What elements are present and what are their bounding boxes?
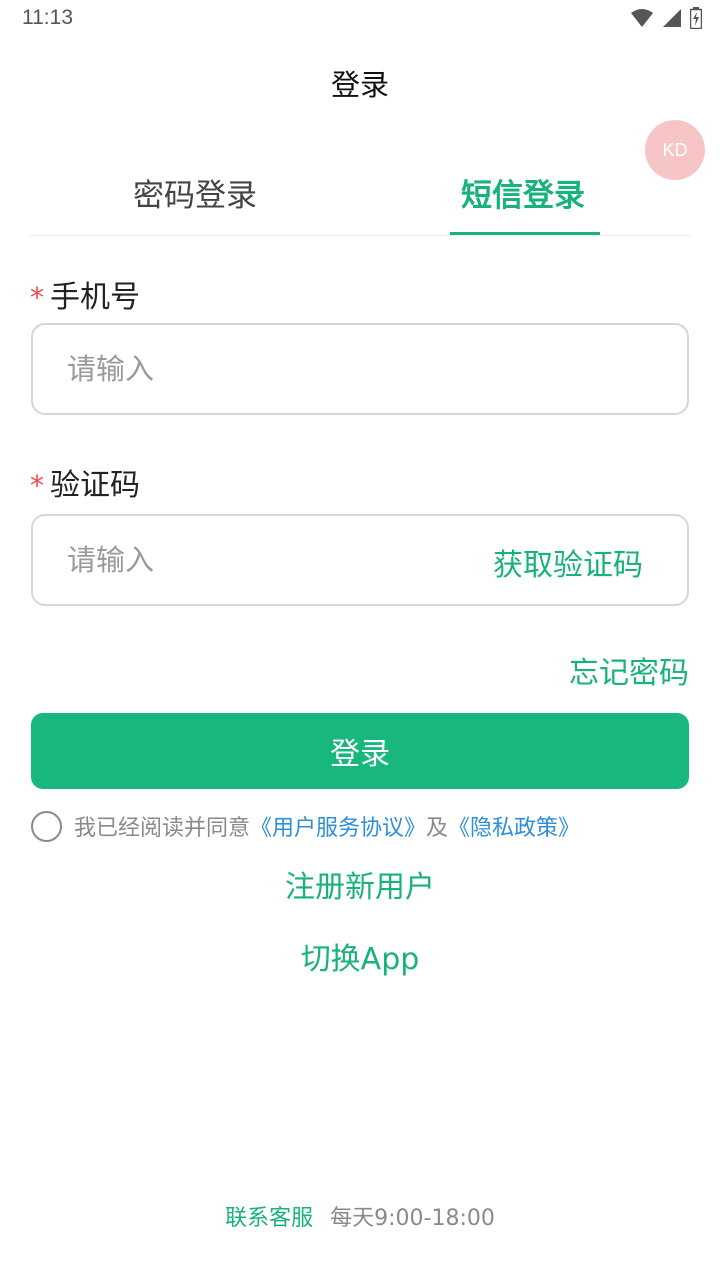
terms-link[interactable]: 《用户服务协议》	[250, 810, 426, 842]
status-icons	[630, 7, 702, 29]
login-button[interactable]: 登录	[31, 713, 689, 789]
forgot-password-link[interactable]: 忘记密码	[569, 648, 689, 692]
tab-password-login[interactable]: 密码登录	[95, 170, 295, 215]
support-hours: 每天9:00-18:00	[330, 1206, 495, 1231]
phone-input[interactable]	[67, 325, 487, 413]
switch-app-link[interactable]: 切换App	[301, 942, 420, 977]
required-mark: *	[30, 281, 44, 314]
contact-support-link[interactable]: 联系客服	[225, 1206, 313, 1231]
code-input-box: 获取验证码	[31, 514, 689, 606]
active-tab-indicator	[450, 232, 600, 235]
phone-input-box	[31, 323, 689, 415]
code-label-text: 验证码	[50, 468, 140, 503]
status-time: 11:13	[22, 6, 73, 29]
signal-icon	[663, 9, 681, 27]
page-title: 登录	[330, 68, 389, 102]
login-tabs: 密码登录 短信登录	[30, 160, 690, 236]
agreement-row: 我已经阅读并同意 《用户服务协议》 及 《隐私政策》	[31, 810, 580, 842]
phone-label: * 手机号	[30, 272, 140, 316]
register-link: 注册新用户	[0, 862, 720, 906]
privacy-link[interactable]: 《隐私政策》	[448, 810, 580, 842]
code-label: * 验证码	[30, 460, 140, 504]
agreement-conjunction: 及	[426, 816, 449, 841]
phone-label-text: 手机号	[50, 280, 140, 315]
status-bar: 11:13	[0, 0, 720, 36]
agreement-prefix: 我已经阅读并同意	[74, 816, 251, 841]
required-mark: *	[30, 469, 44, 502]
battery-icon	[690, 7, 702, 29]
footer: 联系客服 每天9:00-18:00	[0, 1200, 720, 1232]
wifi-icon	[631, 9, 653, 27]
tab-sms-login[interactable]: 短信登录	[423, 170, 623, 215]
switch-app: 切换App	[0, 934, 720, 978]
get-code-button[interactable]: 获取验证码	[493, 540, 643, 584]
register-link-text[interactable]: 注册新用户	[285, 870, 435, 905]
agreement-checkbox[interactable]	[31, 810, 62, 842]
verification-code-input[interactable]	[67, 516, 487, 604]
